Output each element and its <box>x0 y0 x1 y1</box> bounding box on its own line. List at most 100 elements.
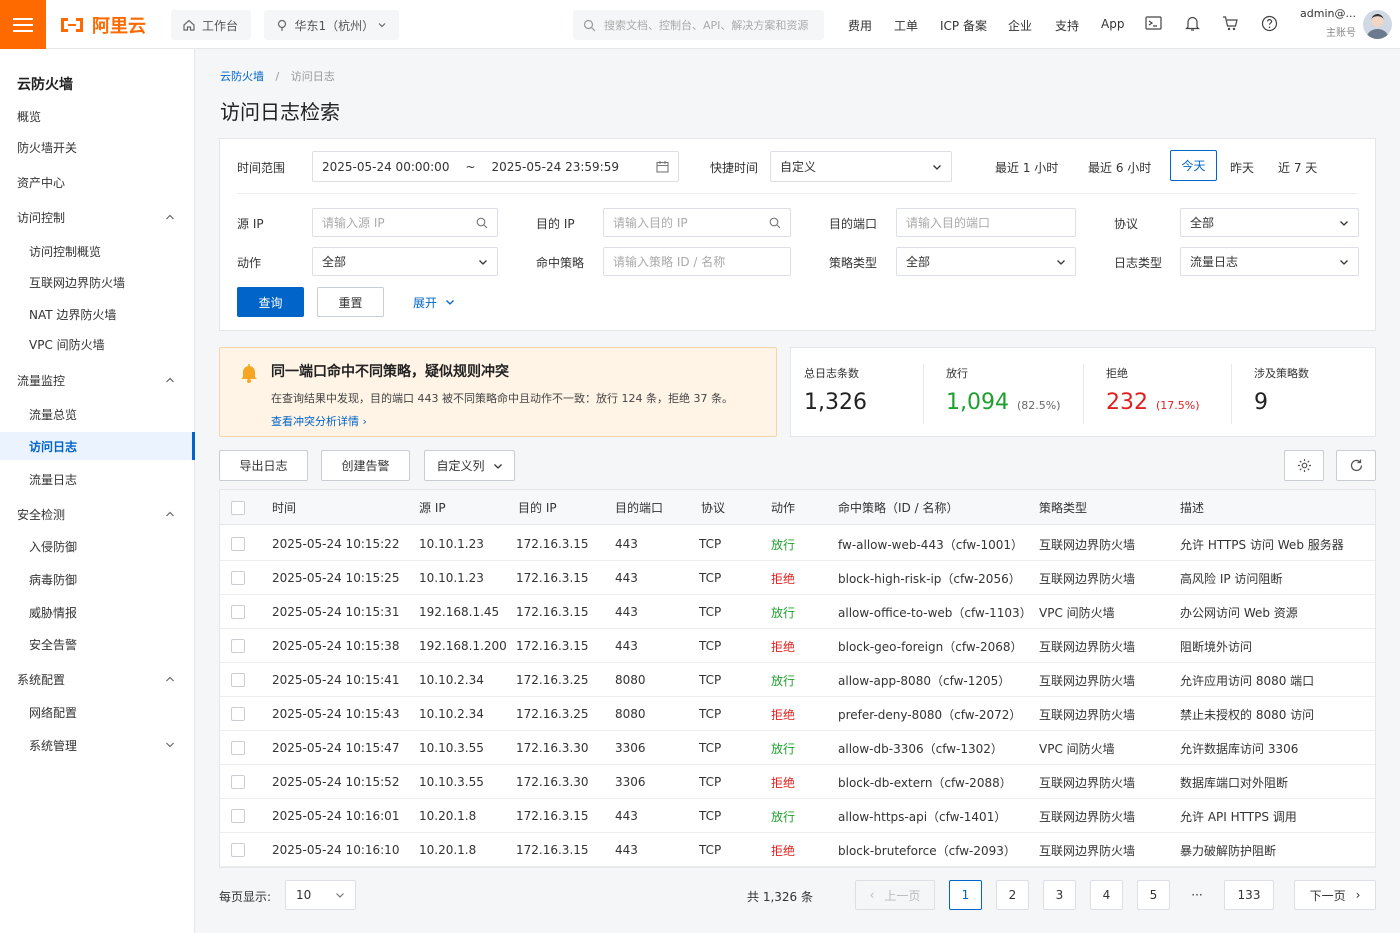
sidebar-item[interactable]: 互联网边界防火墙 <box>0 268 195 296</box>
page-1[interactable]: 1 <box>949 880 982 910</box>
row-checkbox[interactable] <box>231 731 245 765</box>
workbench-button[interactable]: 工作台 <box>171 10 251 40</box>
sidebar-item[interactable]: 流量日志 <box>0 465 195 493</box>
next-page-button[interactable]: 下一页 › <box>1294 880 1376 910</box>
table-row[interactable]: 2025-05-24 10:15:52 10.10.3.55 172.16.3.30… <box>220 765 1375 799</box>
sidebar-item[interactable]: 威胁情报 <box>0 598 195 626</box>
quick-1h[interactable]: 最近 1 小时 <box>995 159 1058 176</box>
row-checkbox[interactable] <box>231 527 245 561</box>
row-checkbox[interactable] <box>231 663 245 697</box>
col-header-policy-type[interactable]: 策略类型 <box>1039 490 1087 525</box>
page-4[interactable]: 4 <box>1090 880 1123 910</box>
quick-today[interactable]: 今天 <box>1170 150 1217 181</box>
terminal-icon[interactable] <box>1145 15 1162 32</box>
per-page-select[interactable]: 10 <box>285 880 356 910</box>
sidebar-item[interactable]: 访问日志 <box>0 432 195 460</box>
page-last[interactable]: 133 <box>1224 880 1274 910</box>
row-checkbox[interactable] <box>231 765 245 799</box>
quick-6h[interactable]: 最近 6 小时 <box>1088 159 1151 176</box>
create-alert-button[interactable]: 创建告警 <box>321 450 410 481</box>
sidebar-item[interactable]: 访问控制 <box>0 203 195 231</box>
page-2[interactable]: 2 <box>996 880 1029 910</box>
row-checkbox[interactable] <box>231 697 245 731</box>
sidebar-item[interactable]: NAT 边界防火墙 <box>0 300 195 328</box>
table-row[interactable]: 2025-05-24 10:15:41 10.10.2.34 172.16.3.25… <box>220 663 1375 697</box>
col-header-src-ip[interactable]: 源 IP <box>419 490 446 525</box>
sidebar-item[interactable]: 系统配置 <box>0 665 195 693</box>
page-5[interactable]: 5 <box>1137 880 1170 910</box>
menu-icon[interactable] <box>0 0 46 49</box>
page-3[interactable]: 3 <box>1043 880 1076 910</box>
policy-input[interactable]: 请输入策略 ID / 名称 <box>603 247 791 276</box>
region-selector[interactable]: 华东1（杭州） <box>264 10 399 40</box>
dst-port-input[interactable]: 请输入目的端口 <box>896 208 1076 237</box>
sidebar-item[interactable]: 安全告警 <box>0 630 195 658</box>
nav-app[interactable]: App <box>1101 17 1124 31</box>
col-header-policy[interactable]: 命中策略（ID / 名称） <box>838 490 958 525</box>
global-search-input[interactable]: 搜索文档、控制台、API、解决方案和资源 <box>573 10 824 40</box>
prev-page-button[interactable]: ‹ 上一页 <box>855 880 935 910</box>
sidebar-item[interactable]: 资产中心 <box>0 168 195 196</box>
export-logs-button[interactable]: 导出日志 <box>219 450 308 481</box>
reset-button[interactable]: 重置 <box>317 287 384 317</box>
breadcrumb-root[interactable]: 云防火墙 <box>220 70 264 83</box>
table-row[interactable]: 2025-05-24 10:15:22 10.10.1.23 172.16.3.15… <box>220 527 1375 561</box>
sidebar-item[interactable]: 入侵防御 <box>0 532 195 560</box>
row-checkbox[interactable] <box>231 595 245 629</box>
select-all-checkbox[interactable] <box>231 490 245 525</box>
protocol-select[interactable]: 全部 <box>1180 208 1359 237</box>
table-row[interactable]: 2025-05-24 10:16:01 10.20.1.8 172.16.3.15 4… <box>220 799 1375 833</box>
row-checkbox[interactable] <box>231 799 245 833</box>
bell-icon[interactable] <box>1184 15 1201 32</box>
nav-support[interactable]: 支持 <box>1055 17 1079 34</box>
sidebar-item[interactable]: 流量总览 <box>0 400 195 428</box>
row-checkbox[interactable] <box>231 629 245 663</box>
col-header-protocol[interactable]: 协议 <box>701 490 725 525</box>
sidebar-item[interactable]: 流量监控 <box>0 366 195 394</box>
time-range-picker[interactable]: 2025-05-24 00:00:00 ~ 2025-05-24 23:59:5… <box>312 151 679 182</box>
quick-7d[interactable]: 近 7 天 <box>1278 159 1317 176</box>
query-button[interactable]: 查询 <box>237 287 304 317</box>
sidebar-item[interactable]: VPC 间防火墙 <box>0 330 195 358</box>
action-select[interactable]: 全部 <box>312 247 498 276</box>
avatar[interactable] <box>1363 10 1392 39</box>
conflict-detail-link[interactable]: 查看冲突分析详情 › <box>271 413 367 429</box>
col-header-action[interactable]: 动作 <box>771 490 795 525</box>
table-row[interactable]: 2025-05-24 10:15:43 10.10.2.34 172.16.3.25… <box>220 697 1375 731</box>
custom-columns-button[interactable]: 自定义列 <box>424 450 515 481</box>
sidebar-item[interactable]: 防火墙开关 <box>0 133 195 161</box>
sidebar-item[interactable]: 网络配置 <box>0 698 195 726</box>
col-header-time[interactable]: 时间 <box>272 490 296 525</box>
col-header-description[interactable]: 描述 <box>1180 490 1204 525</box>
settings-button[interactable] <box>1284 450 1324 481</box>
refresh-button[interactable] <box>1336 450 1376 481</box>
user-info[interactable]: admin@... 主账号 <box>1298 7 1356 39</box>
dst-ip-input[interactable]: 请输入目的 IP <box>603 208 791 237</box>
table-row[interactable]: 2025-05-24 10:15:47 10.10.3.55 172.16.3.30… <box>220 731 1375 765</box>
nav-fees[interactable]: 费用 <box>848 17 872 34</box>
sidebar-item[interactable]: 系统管理 <box>0 731 195 759</box>
table-row[interactable]: 2025-05-24 10:15:25 10.10.1.23 172.16.3.15… <box>220 561 1375 595</box>
sidebar-item[interactable]: 安全检测 <box>0 500 195 528</box>
quick-yesterday[interactable]: 昨天 <box>1230 159 1254 176</box>
expand-button[interactable]: 展开 <box>409 287 459 317</box>
table-row[interactable]: 2025-05-24 10:16:10 10.20.1.8 172.16.3.15 4… <box>220 833 1375 867</box>
nav-tickets[interactable]: 工单 <box>894 17 918 34</box>
src-ip-input[interactable]: 请输入源 IP <box>312 208 498 237</box>
quick-time-select[interactable]: 自定义 <box>770 151 952 182</box>
log-type-select[interactable]: 流量日志 <box>1180 247 1359 276</box>
cart-icon[interactable] <box>1222 15 1239 32</box>
table-row[interactable]: 2025-05-24 10:15:31 192.168.1.45 172.16.3.… <box>220 595 1375 629</box>
nav-icp[interactable]: ICP 备案 <box>940 17 987 34</box>
sidebar-item[interactable]: 概览 <box>0 102 195 130</box>
policy-type-select[interactable]: 全部 <box>896 247 1076 276</box>
row-checkbox[interactable] <box>231 561 245 595</box>
col-header-dst-port[interactable]: 目的端口 <box>615 490 663 525</box>
table-row[interactable]: 2025-05-24 10:15:38 192.168.1.200 172.16.3… <box>220 629 1375 663</box>
sidebar-item[interactable]: 访问控制概览 <box>0 237 195 265</box>
sidebar-item[interactable]: 病毒防御 <box>0 565 195 593</box>
help-icon[interactable] <box>1261 15 1278 32</box>
nav-enterprise[interactable]: 企业 <box>1008 17 1032 34</box>
aliyun-logo[interactable]: 阿里云 <box>58 12 146 38</box>
row-checkbox[interactable] <box>231 833 245 867</box>
